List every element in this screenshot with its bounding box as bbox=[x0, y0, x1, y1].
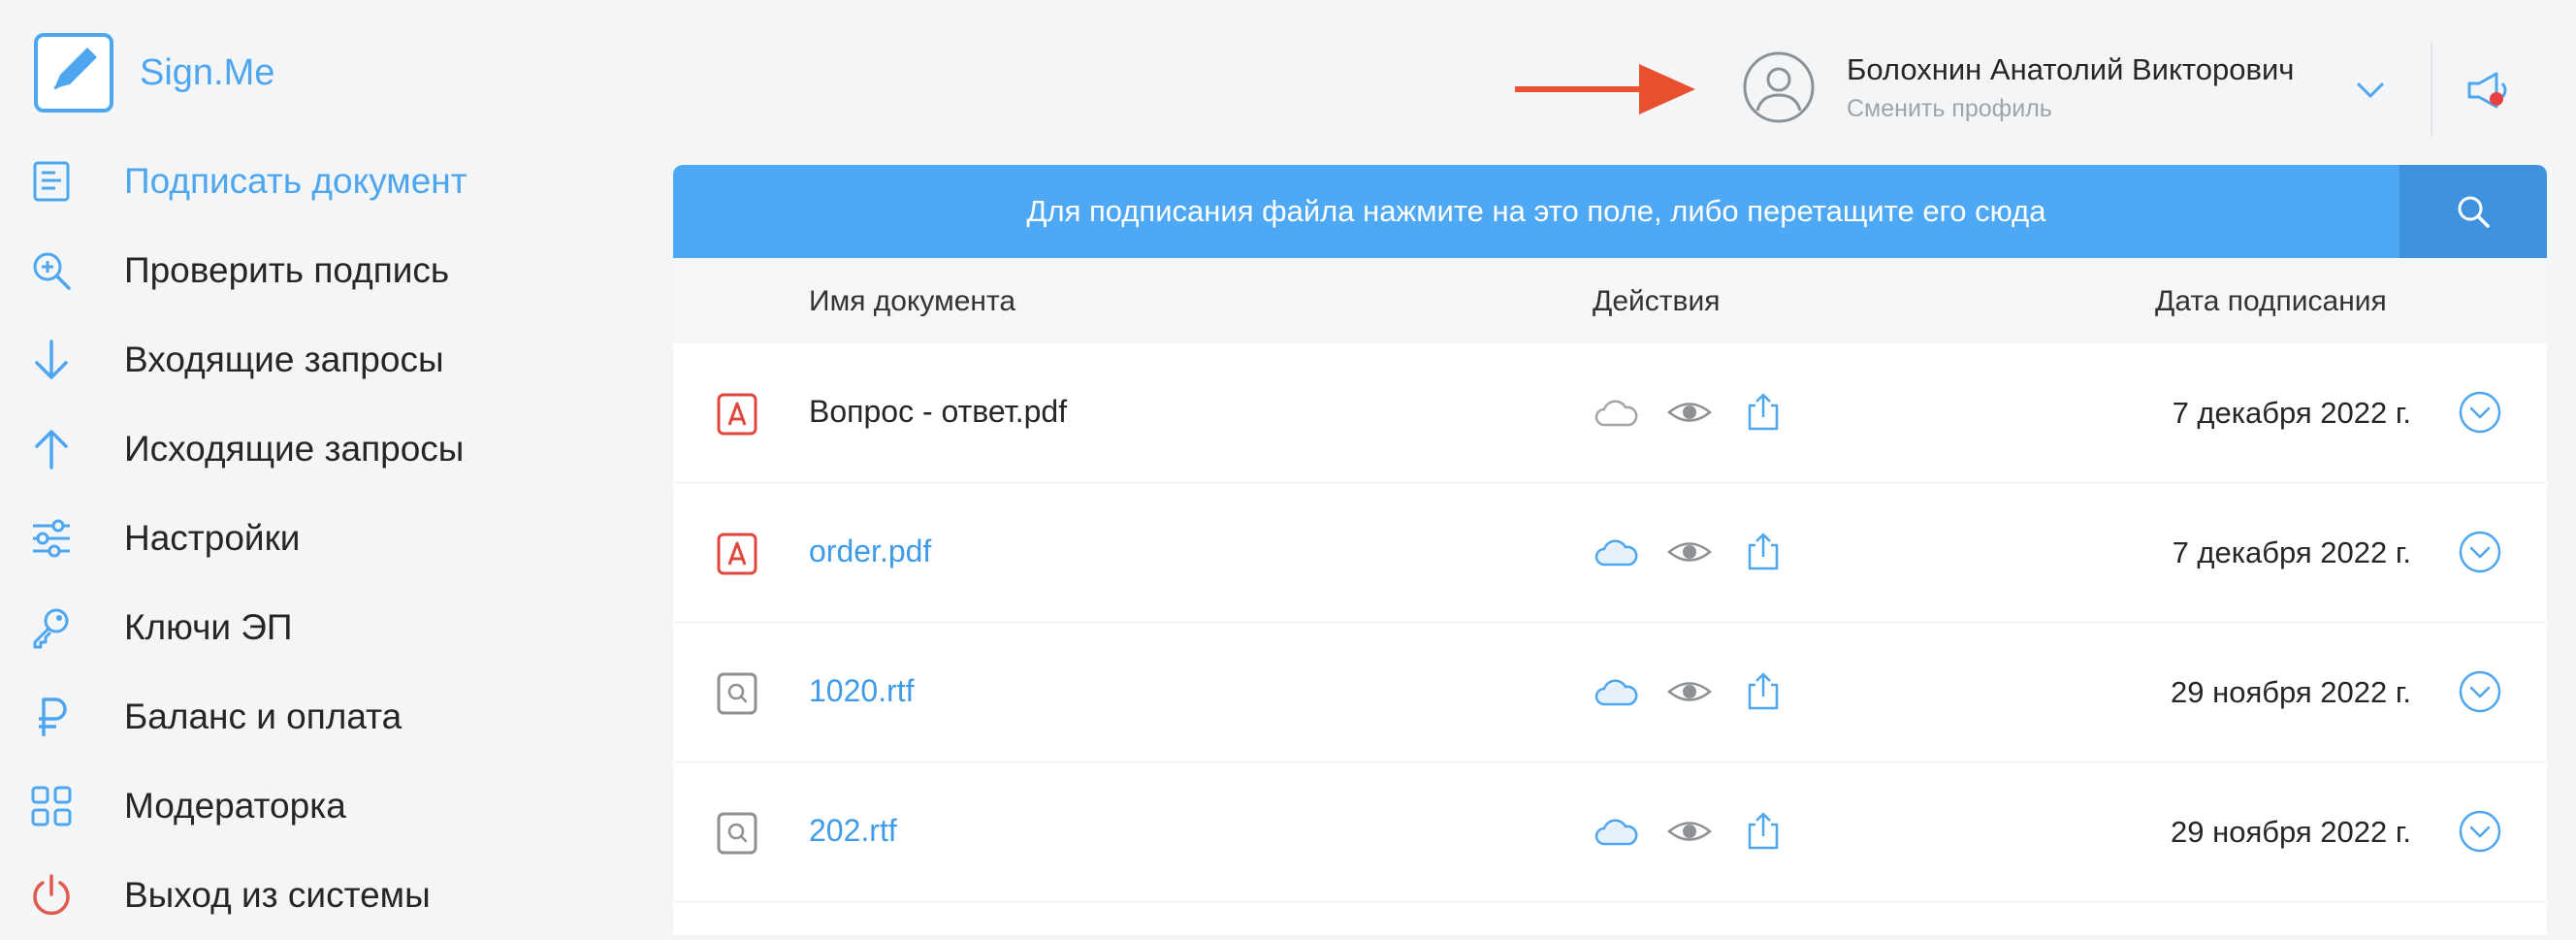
document-icon bbox=[33, 161, 70, 202]
table-row[interactable]: 202.rtf 29 ноября 2022 г. bbox=[673, 762, 2547, 902]
eye-icon[interactable] bbox=[1666, 392, 1713, 433]
rtf-file-icon bbox=[717, 812, 757, 855]
grid-icon bbox=[31, 786, 72, 827]
search-icon bbox=[2458, 196, 2490, 228]
eye-icon[interactable] bbox=[1666, 811, 1713, 852]
ruble-icon bbox=[39, 697, 67, 736]
sidebar-item-label: Входящие запросы bbox=[124, 340, 444, 379]
cloud-icon[interactable] bbox=[1593, 671, 1639, 712]
column-header-name[interactable]: Имя документа bbox=[809, 285, 1015, 318]
sidebar-item-label: Настройки bbox=[124, 518, 301, 558]
key-icon bbox=[33, 608, 69, 649]
table-row[interactable]: Вопрос - ответ.pdf 7 декабря 2022 г. bbox=[673, 343, 2547, 483]
arrow-up-icon bbox=[35, 430, 68, 470]
sidebar-item-balance[interactable]: Баланс и оплата bbox=[29, 672, 630, 762]
user-name: Болохнин Анатолий Викторович bbox=[1847, 51, 2295, 86]
document-link[interactable]: 202.rtf bbox=[809, 813, 897, 849]
column-header-actions: Действия bbox=[1593, 285, 1721, 317]
app-name: Sign.Me bbox=[140, 51, 275, 93]
share-icon[interactable] bbox=[1740, 392, 1787, 433]
document-name: Вопрос - ответ.pdf bbox=[809, 394, 1068, 429]
sidebar-item-moderation[interactable]: Модераторка bbox=[29, 762, 630, 851]
sidebar-item-logout[interactable]: Выход из системы bbox=[29, 851, 630, 940]
chevron-down-circle-icon[interactable] bbox=[2458, 530, 2502, 574]
eye-icon[interactable] bbox=[1666, 532, 1713, 572]
share-icon[interactable] bbox=[1740, 532, 1787, 572]
sidebar-item-label: Выход из системы bbox=[124, 875, 431, 915]
sidebar-item-sign-document[interactable]: Подписать документ bbox=[29, 137, 630, 226]
sidebar-item-outgoing-requests[interactable]: Исходящие запросы bbox=[29, 405, 630, 494]
sign-date: 29 ноября 2022 г. bbox=[2171, 675, 2411, 709]
header-divider bbox=[2431, 41, 2432, 138]
documents-table: Вопрос - ответ.pdf 7 декабря 2022 г. ord… bbox=[673, 343, 2547, 902]
documents-card: Для подписания файла нажмите на это поле… bbox=[673, 165, 2547, 935]
eye-icon[interactable] bbox=[1666, 671, 1713, 712]
upload-dropzone[interactable]: Для подписания файла нажмите на это поле… bbox=[673, 165, 2399, 258]
search-button[interactable] bbox=[2399, 165, 2547, 258]
table-header: Имя документа Действия Дата подписания bbox=[673, 258, 2547, 343]
magnifier-plus-icon bbox=[33, 252, 71, 290]
document-link[interactable]: 1020.rtf bbox=[809, 673, 915, 709]
share-icon[interactable] bbox=[1740, 671, 1787, 712]
power-icon bbox=[33, 874, 70, 916]
app-logo[interactable]: Sign.Me bbox=[33, 32, 274, 113]
sidebar-item-label: Модераторка bbox=[124, 786, 346, 826]
sign-date: 7 декабря 2022 г. bbox=[2172, 535, 2411, 569]
sidebar-item-label: Проверить подпись bbox=[124, 250, 450, 290]
chevron-down-circle-icon[interactable] bbox=[2458, 809, 2502, 854]
sidebar-item-settings[interactable]: Настройки bbox=[29, 494, 630, 583]
sidebar-item-verify-signature[interactable]: Проверить подпись bbox=[29, 226, 630, 315]
notification-dot bbox=[2490, 92, 2503, 106]
sidebar-item-label: Подписать документ bbox=[124, 161, 467, 201]
pointer-arrow-icon bbox=[1515, 64, 1695, 114]
share-icon[interactable] bbox=[1740, 811, 1787, 852]
table-row[interactable]: order.pdf 7 декабря 2022 г. bbox=[673, 483, 2547, 623]
pdf-file-icon bbox=[717, 533, 757, 575]
sidebar: Подписать документ Проверить подпись Вхо… bbox=[29, 137, 630, 940]
sliders-icon bbox=[33, 519, 70, 558]
table-row[interactable]: 1020.rtf 29 ноября 2022 г. bbox=[673, 623, 2547, 762]
chevron-down-circle-icon[interactable] bbox=[2458, 390, 2502, 435]
megaphone-notification-icon[interactable] bbox=[2463, 68, 2512, 113]
sidebar-item-keys[interactable]: Ключи ЭП bbox=[29, 583, 630, 672]
document-link[interactable]: order.pdf bbox=[809, 534, 931, 569]
rtf-file-icon bbox=[717, 672, 757, 715]
column-header-date[interactable]: Дата подписания bbox=[2155, 285, 2387, 318]
sign-date: 29 ноября 2022 г. bbox=[2171, 815, 2411, 849]
sidebar-item-label: Баланс и оплата bbox=[124, 697, 402, 736]
chevron-down-circle-icon[interactable] bbox=[2458, 669, 2502, 714]
sidebar-item-label: Ключи ЭП bbox=[124, 607, 293, 647]
dropzone-text: Для подписания файла нажмите на это поле… bbox=[1026, 194, 2046, 228]
sidebar-item-incoming-requests[interactable]: Входящие запросы bbox=[29, 315, 630, 405]
pdf-file-icon bbox=[717, 393, 757, 436]
cloud-icon[interactable] bbox=[1593, 532, 1639, 572]
cloud-icon[interactable] bbox=[1593, 392, 1639, 433]
chevron-down-icon[interactable] bbox=[2351, 76, 2390, 105]
profile-menu[interactable]: Болохнин Анатолий Викторович Сменить про… bbox=[1742, 50, 2294, 124]
switch-profile-link[interactable]: Сменить профиль bbox=[1847, 95, 2294, 123]
arrow-down-icon bbox=[35, 340, 68, 379]
user-avatar-icon bbox=[1743, 51, 1815, 123]
sidebar-item-label: Исходящие запросы bbox=[124, 429, 465, 469]
pen-logo-icon bbox=[34, 33, 113, 113]
cloud-icon[interactable] bbox=[1593, 811, 1639, 852]
sign-date: 7 декабря 2022 г. bbox=[2172, 396, 2411, 430]
